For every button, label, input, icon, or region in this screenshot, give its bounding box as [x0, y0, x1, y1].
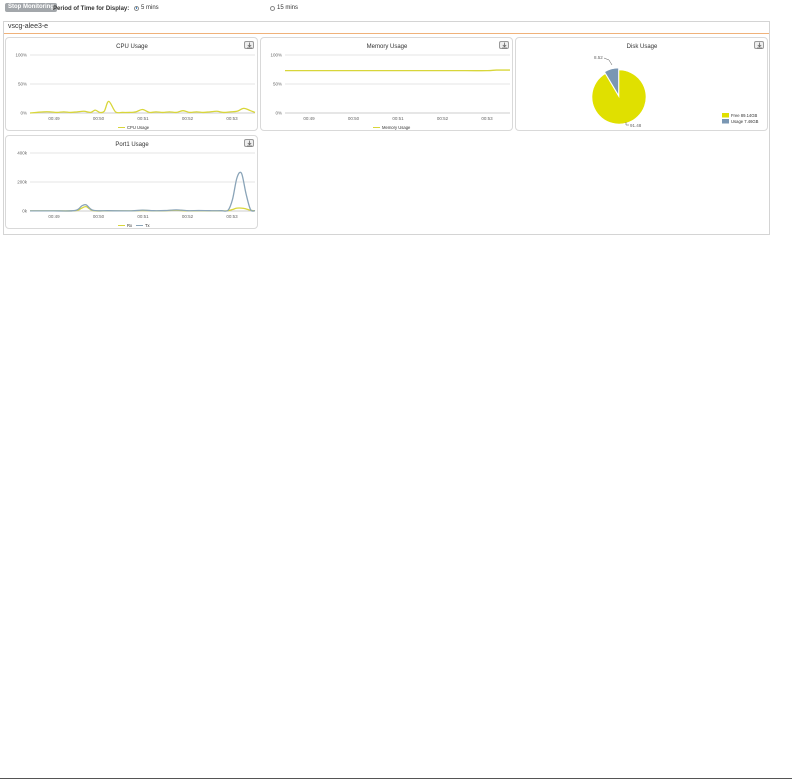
y-tick-label: 50% [273, 82, 282, 87]
legend-swatch [722, 119, 729, 124]
disk-usage-chart: Disk Usage 8.52 91.48 Free 89.14GBUsage 7.4… [591, 44, 759, 128]
page-bottom-border [0, 778, 792, 779]
x-tick-label: 00:50 [348, 116, 360, 121]
period-option-label: 15 mins [277, 5, 299, 11]
cpu-usage-panel: CPU Usage 100% 50% 0% 00:49 00:50 00:51 00:52 00… [5, 37, 258, 131]
x-tick-label: 00:51 [137, 116, 149, 121]
chart-title: CPU Usage [116, 44, 148, 50]
period-option-5-mins[interactable]: 5 mins [134, 5, 159, 11]
chart-title: Disk Usage [627, 44, 658, 50]
y-tick-label: 0% [20, 111, 27, 116]
download-memory-chart-button[interactable] [499, 41, 509, 49]
x-tick-label: 00:49 [48, 214, 60, 219]
x-tick-label: 00:50 [93, 214, 105, 219]
x-tick-label: 00:51 [137, 214, 149, 219]
pie-value-label: 8.52 [594, 55, 603, 60]
period-option-label: 5 mins [141, 5, 159, 11]
y-tick-label: 100% [15, 53, 27, 58]
x-tick-label: 00:52 [182, 116, 194, 121]
y-tick-label: 0k [22, 209, 28, 214]
legend-swatch [722, 113, 729, 118]
x-tick-label: 00:52 [182, 214, 194, 219]
legend-label: Usage 7.46GB [731, 119, 759, 124]
x-tick-label: 00:52 [437, 116, 449, 121]
chart-title: Memory Usage [367, 44, 408, 50]
period-option-15-mins[interactable]: 15 mins [270, 5, 298, 11]
series-line-tx [29, 171, 256, 212]
memory-usage-panel: Memory Usage 100% 50% 0% 00:49 00:50 00:51 00:5… [260, 37, 513, 131]
device-name: vscg-alee3-e [8, 23, 49, 30]
legend-label: Tx [145, 223, 151, 228]
x-tick-label: 00:49 [303, 116, 315, 121]
series-line-memory-usage [285, 69, 511, 72]
cpu-usage-chart: CPU Usage 100% 50% 0% 00:49 00:50 00:51 00:52 00… [15, 44, 256, 130]
y-tick-label: 100% [270, 53, 282, 58]
legend-label: Memory Usage [382, 125, 411, 130]
radio-selected-icon[interactable] [134, 5, 139, 11]
x-tick-label: 00:53 [226, 116, 238, 121]
y-tick-label: 0% [275, 111, 282, 116]
legend-label: Rx [127, 223, 133, 228]
toolbar: Stop Monitoring Period of Time for Displ… [0, 0, 792, 18]
x-tick-label: 00:49 [48, 116, 60, 121]
download-disk-chart-button[interactable] [754, 41, 764, 49]
x-tick-label: 00:51 [392, 116, 404, 121]
download-icon [757, 42, 762, 49]
series-line-cpu-usage [29, 100, 256, 114]
pie-value-label: 91.48 [630, 123, 642, 128]
download-icon [247, 140, 252, 147]
memory-usage-chart: Memory Usage 100% 50% 0% 00:49 00:50 00:51 00:5… [270, 44, 511, 130]
x-tick-label: 00:50 [93, 116, 105, 121]
y-tick-label: 400k [17, 151, 28, 156]
download-port1-chart-button[interactable] [244, 139, 254, 147]
x-tick-label: 00:53 [226, 214, 238, 219]
stop-monitoring-button[interactable]: Stop Monitoring [5, 3, 57, 12]
section-divider [4, 33, 769, 34]
legend-label: CPU Usage [127, 125, 150, 130]
x-tick-label: 00:53 [481, 116, 493, 121]
label-connector [603, 57, 613, 66]
period-label: Period of Time for Display: [53, 6, 130, 12]
pie-slice-free [591, 69, 647, 125]
radio-unselected-icon[interactable] [270, 5, 275, 11]
download-icon [502, 42, 507, 49]
port1-usage-chart: Port1 Usage 400k 200k 0k 00:49 00:50 00:51 00:5… [17, 142, 256, 228]
legend-label: Free 89.14GB [731, 113, 758, 118]
download-icon [247, 42, 252, 49]
y-tick-label: 50% [18, 82, 27, 87]
disk-usage-panel: Disk Usage 8.52 91.48 Free 89.14GB Usage 7.4… [515, 37, 768, 131]
download-cpu-chart-button[interactable] [244, 41, 254, 49]
chart-title: Port1 Usage [115, 142, 149, 148]
port1-usage-panel: Port1 Usage 400k 200k 0k 00:49 00:50 00:51 00:5… [5, 135, 258, 229]
y-tick-label: 200k [17, 180, 28, 185]
